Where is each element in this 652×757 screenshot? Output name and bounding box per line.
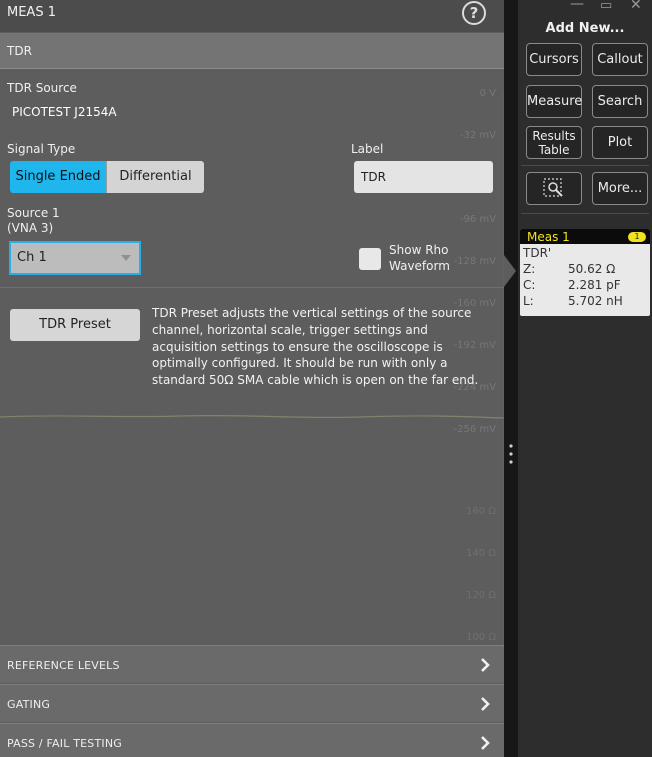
badge-count: 1 — [628, 232, 646, 242]
badge-header: Meas 1 1 — [520, 229, 650, 244]
ghost-tick-9: 140 Ω — [466, 548, 496, 559]
signal-type-label: Signal Type — [7, 142, 76, 156]
results-table-button[interactable]: Results Table — [526, 126, 582, 159]
accordion-label: GATING — [7, 698, 51, 711]
ghost-tick-3: -128 mV — [454, 256, 497, 267]
panel-title: MEAS 1 — [7, 5, 56, 20]
accordion-label: REFERENCE LEVELS — [7, 659, 120, 672]
source1-select-value: Ch 1 — [17, 250, 47, 265]
accordion-pass-fail-testing[interactable]: PASS / FAIL TESTING — [0, 723, 504, 757]
show-rho-label-line1: Show Rho — [389, 243, 449, 257]
add-new-title: Add New... — [545, 21, 625, 36]
tdr-section-label: TDR — [7, 44, 32, 58]
results-table-line2: Table — [538, 143, 570, 157]
ghost-tick-7: -256 mV — [454, 424, 497, 435]
show-rho-label: Show Rho Waveform — [389, 242, 450, 274]
results-table-line1: Results — [532, 129, 576, 143]
callout-button[interactable]: Callout — [592, 43, 648, 76]
more-button[interactable]: More... — [592, 172, 648, 205]
badge-row-value: 5.702 nH — [568, 294, 623, 308]
chevron-down-icon — [121, 255, 131, 261]
sidebar-divider — [521, 213, 649, 214]
meas1-config-panel: 0 V -32 mV -96 mV -128 mV -160 mV -192 m… — [0, 0, 504, 757]
source1-label: Source 1 — [7, 206, 60, 220]
ghost-tick-8: 160 Ω — [466, 506, 496, 517]
ghost-tick-10: 120 Ω — [466, 590, 496, 601]
chevron-right-icon — [481, 658, 490, 672]
close-icon[interactable]: ✕ — [630, 0, 642, 13]
signal-type-toggle: Single Ended Differential — [10, 161, 204, 193]
tdr-preset-description: TDR Preset adjusts the vertical settings… — [152, 306, 479, 388]
badge-row-key: C: — [523, 278, 536, 292]
minimize-icon[interactable]: — — [570, 0, 584, 12]
tdr-source-label: TDR Source — [7, 81, 77, 95]
differential-button[interactable]: Differential — [106, 161, 204, 193]
show-rho-label-line2: Waveform — [389, 259, 450, 273]
show-rho-checkbox[interactable] — [359, 248, 381, 270]
source1-select[interactable]: Ch 1 — [9, 241, 141, 275]
ghost-tick-2: -96 mV — [460, 214, 496, 225]
measure-button[interactable]: Measure — [526, 85, 582, 118]
panel-splitter[interactable] — [504, 0, 518, 757]
tdr-preset-button[interactable]: TDR Preset — [10, 309, 140, 341]
badge-row-key: Z: — [523, 262, 536, 276]
single-ended-button[interactable]: Single Ended — [10, 161, 106, 193]
accordion-label: PASS / FAIL TESTING — [7, 737, 122, 750]
search-button[interactable]: Search — [592, 85, 648, 118]
badge-row-value: 50.62 Ω — [568, 262, 616, 276]
label-input[interactable]: TDR — [354, 161, 493, 193]
ghost-tick-1: -32 mV — [460, 130, 496, 141]
plot-button[interactable]: Plot — [592, 126, 648, 159]
chevron-right-icon — [481, 697, 490, 711]
source1-sublabel: (VNA 3) — [7, 221, 54, 235]
tdr-source-value: PICOTEST J2154A — [12, 105, 117, 119]
panel-pointer-arrow — [504, 255, 516, 287]
badge-row-key: L: — [523, 294, 534, 308]
label-field-label: Label — [351, 142, 384, 156]
accordion-gating[interactable]: GATING — [0, 684, 504, 722]
badge-title: Meas 1 — [527, 230, 570, 244]
chevron-right-icon — [481, 736, 490, 750]
section-divider — [0, 287, 504, 288]
ghost-tick-0: 0 V — [480, 88, 497, 99]
help-icon[interactable]: ? — [462, 1, 486, 25]
sidebar-divider — [521, 165, 649, 166]
ghost-tick-11: 100 Ω — [466, 632, 496, 643]
zoom-button[interactable] — [526, 172, 582, 205]
accordion-reference-levels[interactable]: REFERENCE LEVELS — [0, 645, 504, 683]
meas1-result-badge[interactable]: Meas 1 1 TDR' Z: 50.62 Ω C: 2.281 pF L: … — [520, 229, 650, 316]
badge-subtitle: TDR' — [523, 246, 552, 260]
cursors-button[interactable]: Cursors — [526, 43, 582, 76]
zoom-icon — [543, 178, 563, 197]
badge-row-value: 2.281 pF — [568, 278, 621, 292]
results-sidebar: — ▭ ✕ Add New... Cursors Callout Measure… — [518, 0, 652, 757]
tdr-section-header[interactable]: TDR — [0, 33, 504, 69]
restore-icon[interactable]: ▭ — [600, 0, 612, 13]
panel-header: MEAS 1 ? — [0, 0, 504, 32]
drag-handle-icon — [509, 444, 513, 464]
